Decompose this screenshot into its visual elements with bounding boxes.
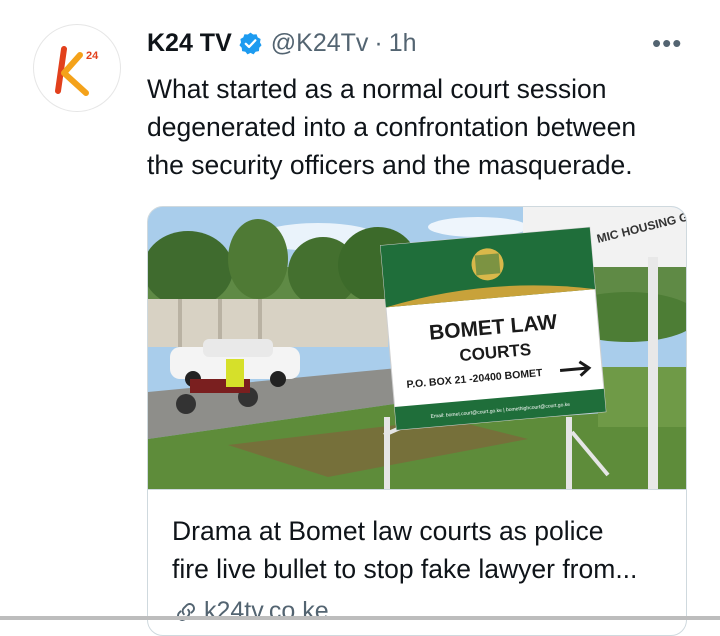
card-image[interactable]: MIC HOUSING GROUP BOMET LAW COURTS P.O. …	[148, 207, 687, 489]
bottom-border	[0, 616, 720, 620]
author-handle[interactable]: @K24Tv	[271, 29, 369, 58]
svg-text:24: 24	[86, 50, 99, 62]
author-name[interactable]: K24 TV	[147, 29, 232, 58]
card-domain-text: k24tv.co.ke	[204, 597, 329, 625]
card-title-line: fire live bullet to stop fake lawyer fro…	[172, 554, 638, 584]
tweet-text-line: the security officers and the masquerade…	[147, 150, 633, 180]
link-icon	[177, 602, 195, 621]
tweet-header: K24 TV @K24Tv · 1h	[147, 26, 417, 60]
verified-badge-icon	[239, 32, 262, 54]
avatar[interactable]: 24	[33, 24, 121, 112]
tweet-time[interactable]: 1h	[389, 29, 417, 58]
card-domain[interactable]: k24tv.co.ke	[172, 597, 329, 626]
tweet-text-line: degenerated into a confrontation between	[147, 112, 637, 142]
link-card[interactable]: MIC HOUSING GROUP BOMET LAW COURTS P.O. …	[147, 206, 687, 636]
card-divider	[148, 489, 686, 490]
court-sign: BOMET LAW COURTS P.O. BOX 21 -20400 BOME…	[379, 226, 607, 431]
tweet-text-line: What started as a normal court session	[147, 74, 607, 104]
more-options-icon[interactable]: •••	[652, 28, 682, 59]
card-title[interactable]: Drama at Bomet law courts as police fire…	[172, 512, 672, 588]
tweet-text: What started as a normal court session d…	[147, 70, 687, 184]
separator-dot: ·	[374, 28, 383, 57]
card-title-line: Drama at Bomet law courts as police	[172, 516, 604, 546]
k24-logo: 24	[55, 46, 99, 96]
